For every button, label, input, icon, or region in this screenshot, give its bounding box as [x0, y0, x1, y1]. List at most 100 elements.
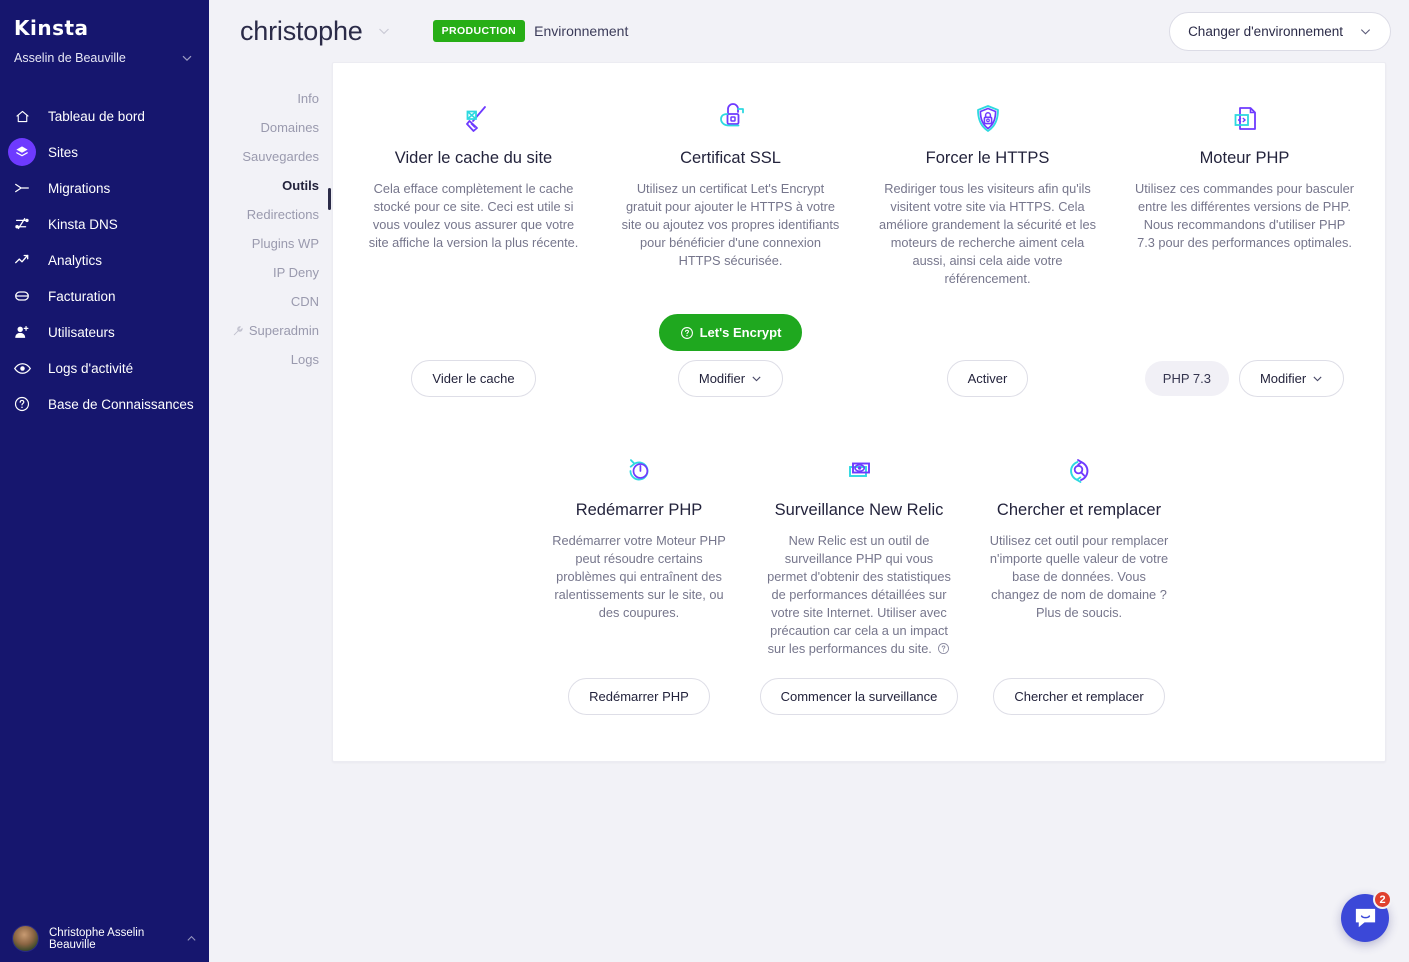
sidebar-item-utilisateurs[interactable]: Utilisateurs — [0, 314, 209, 350]
environment-label: Environnement — [534, 23, 629, 39]
sidebar-item-logs-activite[interactable]: Logs d'activité — [0, 350, 209, 386]
sidebar-item-sites[interactable]: Sites — [0, 134, 209, 170]
sidebar-item-analytics[interactable]: Analytics — [0, 242, 209, 278]
tool-force-https: Forcer le HTTPS Rediriger tous les visit… — [859, 97, 1116, 397]
tool-actions: PHP 7.3 Modifier — [1144, 340, 1345, 397]
tool-description: New Relic est un outil de surveillance P… — [767, 533, 951, 656]
site-subnav: Info Domaines Sauvegardes Outils Redirec… — [209, 62, 331, 374]
monitor-eye-icon — [839, 449, 879, 493]
subnav-item-outils[interactable]: Outils — [209, 171, 331, 200]
tool-actions: Redémarrer PHP — [568, 658, 710, 715]
home-icon — [8, 102, 36, 130]
intercom-launcher-button[interactable]: 2 — [1341, 890, 1392, 942]
tool-title: Forcer le HTTPS — [925, 149, 1050, 167]
unlocked-padlock-icon — [711, 97, 751, 141]
tool-title: Surveillance New Relic — [774, 501, 944, 519]
restart-php-button[interactable]: Redémarrer PHP — [568, 678, 710, 715]
billing-icon — [8, 282, 36, 310]
sidebar-item-label: Sites — [48, 144, 79, 160]
subnav-label: Redirections — [246, 207, 319, 222]
search-replace-icon — [1059, 449, 1099, 493]
tool-description: Utilisez cet outil pour remplacer n'impo… — [989, 533, 1169, 620]
change-environment-button[interactable]: Changer d'environnement — [1169, 11, 1391, 51]
tools-row-2: Redémarrer PHP Redémarrer votre Moteur P… — [345, 449, 1373, 715]
change-environment-label: Changer d'environnement — [1188, 23, 1343, 39]
tool-actions: Activer — [946, 340, 1029, 397]
tool-php-engine: Moteur PHP Utilisez ces commandes pour b… — [1116, 97, 1373, 397]
sidebar-item-label: Kinsta DNS — [48, 216, 118, 232]
subnav-item-sauvegardes[interactable]: Sauvegardes — [209, 142, 331, 171]
sidebar-item-migrations[interactable]: Migrations — [0, 170, 209, 206]
sidebar-item-kinsta-dns[interactable]: Kinsta DNS — [0, 206, 209, 242]
sidebar-item-facturation[interactable]: Facturation — [0, 278, 209, 314]
ssl-modify-label: Modifier — [698, 371, 746, 386]
tool-new-relic: Surveillance New Relic New Relic est un … — [749, 449, 969, 715]
intercom-unread-badge: 2 — [1373, 890, 1392, 909]
main-area: christophe PRODUCTION Environnement Chan… — [209, 0, 1409, 962]
help-circle-icon[interactable] — [937, 642, 950, 655]
php-modify-label: Modifier — [1259, 371, 1307, 386]
tool-search-replace: Chercher et remplacer Utilisez cet outil… — [969, 449, 1189, 715]
tool-title: Vider le cache du site — [394, 149, 553, 167]
subnav-item-ip-deny[interactable]: IP Deny — [209, 258, 331, 287]
php-version-badge: PHP 7.3 — [1144, 361, 1229, 396]
chevron-down-icon — [752, 376, 761, 382]
activate-https-button[interactable]: Activer — [946, 360, 1029, 397]
tool-description-wrapper: New Relic est un outil de surveillance P… — [767, 532, 951, 658]
sidebar-item-label: Logs d'activité — [48, 360, 134, 376]
subnav-label: Sauvegardes — [242, 149, 319, 164]
subnav-label: CDN — [290, 294, 319, 309]
tools-row-1: Vider le cache du site Cela efface compl… — [345, 97, 1373, 397]
layers-icon — [8, 138, 36, 166]
restart-power-icon — [620, 449, 658, 493]
subnav-active-indicator — [328, 188, 331, 210]
subnav-item-superadmin[interactable]: Superadmin — [209, 316, 331, 345]
start-monitoring-button[interactable]: Commencer la surveillance — [759, 678, 959, 715]
kinsta-dashboard: Kinsta Asselin de Beauville Tableau de b… — [0, 0, 1409, 962]
subnav-label: IP Deny — [272, 265, 319, 280]
tool-actions: Commencer la surveillance — [759, 658, 959, 715]
lets-encrypt-button[interactable]: Let's Encrypt — [658, 314, 803, 351]
subnav-label: Outils — [282, 178, 319, 193]
account-switcher[interactable]: Asselin de Beauville — [0, 38, 209, 70]
page-title: christophe — [240, 15, 363, 46]
chevron-down-icon — [182, 55, 192, 62]
clear-cache-button[interactable]: Vider le cache — [411, 360, 536, 397]
broom-icon — [454, 97, 494, 141]
sidebar-nav: Tableau de bord Sites Migrations Kinsta … — [0, 98, 209, 422]
sidebar: Kinsta Asselin de Beauville Tableau de b… — [0, 0, 209, 962]
chat-bubble-icon — [1355, 908, 1375, 927]
account-name: Asselin de Beauville — [14, 51, 126, 65]
brand: Kinsta — [0, 0, 209, 40]
shield-lock-icon — [968, 97, 1008, 141]
code-file-icon — [1225, 97, 1265, 141]
subnav-item-logs[interactable]: Logs — [209, 345, 331, 374]
subnav-label: Plugins WP — [251, 236, 319, 251]
tool-title: Chercher et remplacer — [996, 501, 1162, 519]
subnav-item-info[interactable]: Info — [209, 84, 331, 113]
eye-icon — [8, 354, 36, 382]
ssl-modify-button[interactable]: Modifier — [677, 360, 784, 397]
tool-actions: Chercher et remplacer — [993, 658, 1165, 715]
site-switcher-chevron-down-icon[interactable] — [377, 24, 391, 38]
sidebar-item-label: Migrations — [48, 180, 111, 196]
content-body: Info Domaines Sauvegardes Outils Redirec… — [209, 62, 1409, 762]
sidebar-user-menu[interactable]: Christophe Asselin Beauville — [0, 925, 209, 952]
tool-description: Redémarrer votre Moteur PHP peut résoudr… — [552, 533, 726, 620]
subnav-item-plugins-wp[interactable]: Plugins WP — [209, 229, 331, 258]
sidebar-item-label: Utilisateurs — [48, 324, 115, 340]
sidebar-item-label: Tableau de bord — [48, 108, 145, 124]
sidebar-item-label: Base de Connaissances — [48, 396, 194, 412]
sidebar-item-base-de-connaissances[interactable]: Base de Connaissances — [0, 386, 209, 422]
help-circle-icon — [8, 390, 36, 418]
sidebar-item-tableau-de-bord[interactable]: Tableau de bord — [0, 98, 209, 134]
subnav-item-domaines[interactable]: Domaines — [209, 113, 331, 142]
kinsta-logo: Kinsta — [14, 16, 89, 40]
search-replace-button[interactable]: Chercher et remplacer — [993, 678, 1165, 715]
subnav-label: Domaines — [260, 120, 319, 135]
tool-actions: Vider le cache — [411, 340, 536, 397]
subnav-item-redirections[interactable]: Redirections — [209, 200, 331, 229]
subnav-item-cdn[interactable]: CDN — [209, 287, 331, 316]
sidebar-item-label: Analytics — [48, 252, 103, 268]
php-modify-button[interactable]: Modifier — [1238, 360, 1345, 397]
